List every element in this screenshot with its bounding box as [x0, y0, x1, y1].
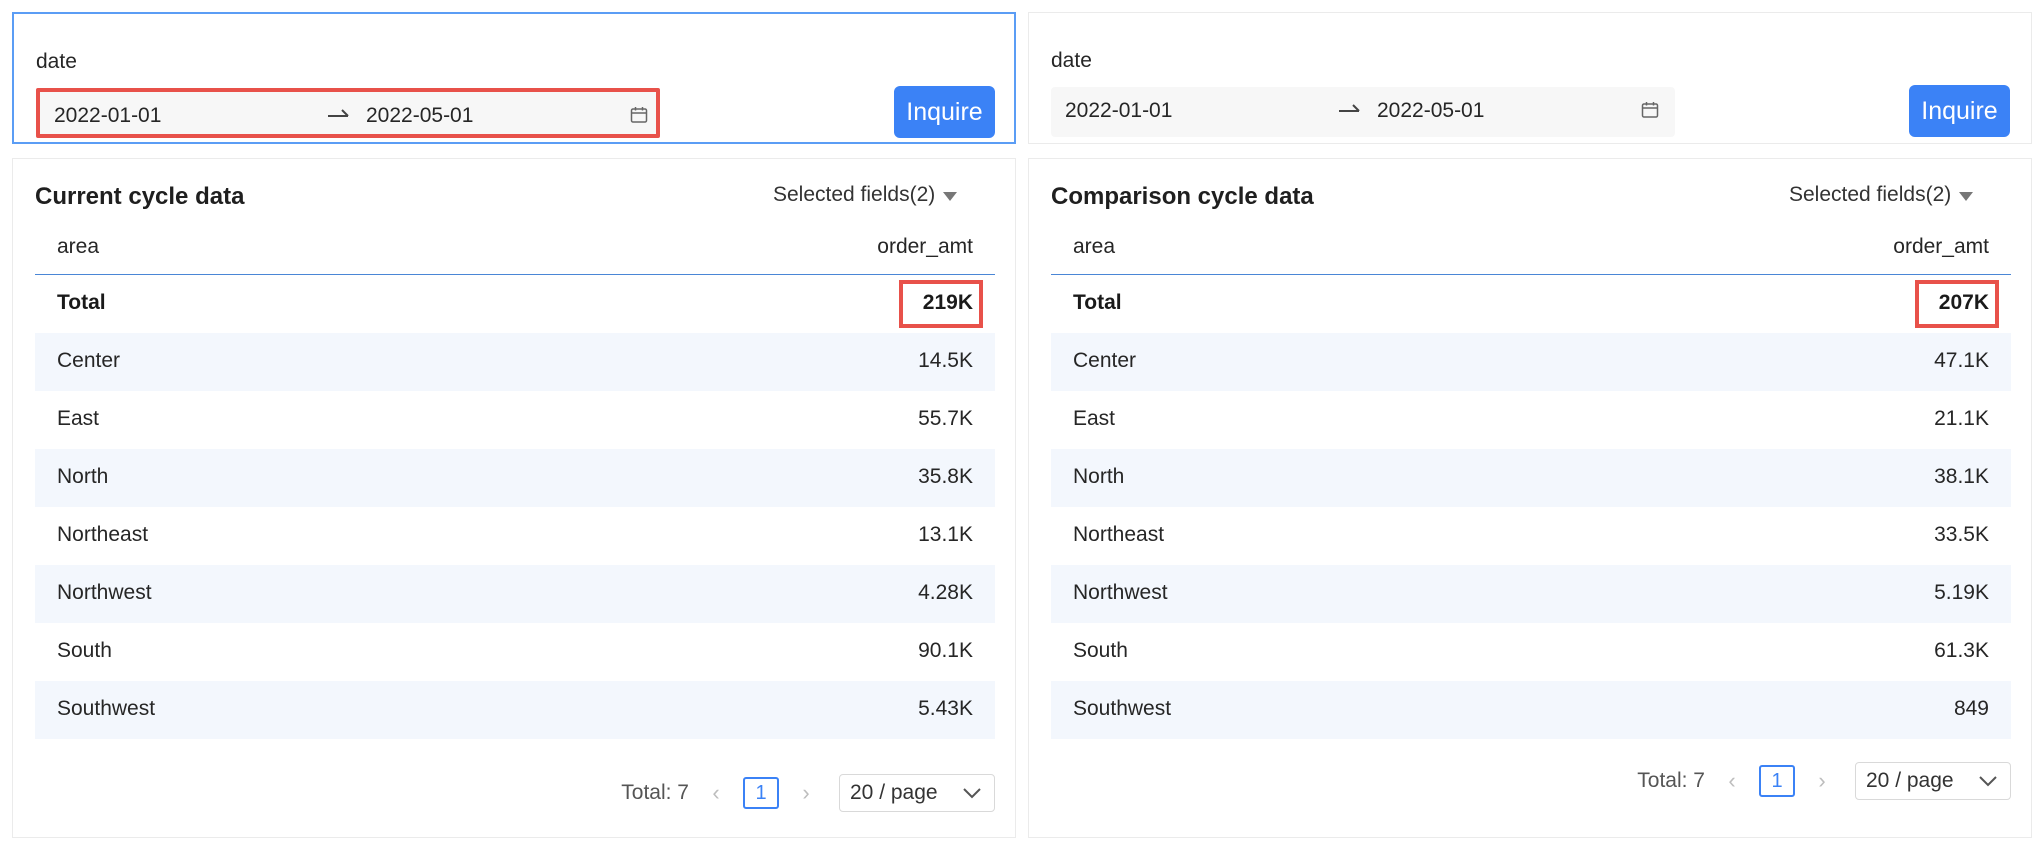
cell-order-amt: 4.28K	[918, 581, 973, 604]
data-table-card: Current cycle data Selected fields(2) ar…	[12, 158, 1016, 838]
inquire-button[interactable]: Inquire	[1909, 85, 2010, 137]
cell-order-amt: 5.19K	[1934, 581, 1989, 604]
page-size-value: 20 / page	[850, 781, 938, 804]
data-table-card: Comparison cycle data Selected fields(2)…	[1028, 158, 2032, 838]
table-row-total: Total 219K	[35, 275, 995, 333]
cell-area: Center	[1073, 349, 1137, 372]
table-title: Comparison cycle data	[1051, 183, 1314, 210]
selected-fields-label: Selected fields(2)	[1789, 183, 1952, 206]
pagination: Total: 7 ‹ 1 › 20 / page	[621, 774, 995, 812]
chevron-down-icon	[963, 788, 981, 799]
table-row: Northwest 4.28K	[35, 565, 995, 623]
cell-area: East	[57, 407, 100, 430]
table-row: Northwest 5.19K	[1051, 565, 2011, 623]
cell-order-amt: 13.1K	[918, 523, 973, 546]
cell-area: Southwest	[1073, 697, 1172, 720]
data-table: area order_amt Total 207K Center 47.1K E…	[1051, 221, 2011, 739]
cell-area: Total	[1073, 291, 1122, 314]
table-row: South 90.1K	[35, 623, 995, 681]
table-header: area order_amt	[35, 221, 995, 275]
cell-area: South	[1073, 639, 1128, 662]
cell-order-amt: 5.43K	[918, 697, 973, 720]
date-filter-card: date 2022-01-01 2022-05-01 Inquire	[12, 12, 1016, 144]
selected-fields-label: Selected fields(2)	[773, 183, 936, 206]
chevron-left-icon[interactable]: ‹	[703, 780, 729, 806]
table-row-total: Total 207K	[1051, 275, 2011, 333]
cell-area: Northwest	[57, 581, 152, 604]
cell-area: North	[1073, 465, 1125, 488]
column-header-order-amt[interactable]: order_amt	[877, 235, 973, 259]
date-range-picker[interactable]: 2022-01-01 2022-05-01	[36, 88, 660, 138]
selected-fields-dropdown[interactable]: Selected fields(2)	[1789, 183, 1974, 207]
arrow-right-icon	[1339, 104, 1360, 112]
cell-area: Northwest	[1073, 581, 1168, 604]
table-row: Southwest 849	[1051, 681, 2011, 739]
cell-area: Northeast	[57, 523, 149, 546]
cell-order-amt: 219K	[922, 291, 973, 314]
cell-order-amt: 207K	[1938, 291, 1989, 314]
table-row: North 38.1K	[1051, 449, 2011, 507]
table-row: Northeast 13.1K	[35, 507, 995, 565]
cell-order-amt: 14.5K	[918, 349, 973, 372]
arrow-right-icon	[328, 109, 349, 117]
cell-area: South	[57, 639, 112, 662]
date-filter-label: date	[36, 50, 77, 73]
page-size-value: 20 / page	[1866, 769, 1954, 792]
calendar-icon[interactable]	[630, 106, 648, 124]
calendar-icon[interactable]	[1641, 101, 1659, 119]
cell-order-amt: 47.1K	[1934, 349, 1989, 372]
cell-area: East	[1073, 407, 1116, 430]
table-row: Center 14.5K	[35, 333, 995, 391]
page-number-button[interactable]: 1	[1759, 765, 1795, 797]
table-row: South 61.3K	[1051, 623, 2011, 681]
selected-fields-dropdown[interactable]: Selected fields(2)	[773, 183, 958, 207]
cell-order-amt: 33.5K	[1934, 523, 1989, 546]
cell-area: Southwest	[57, 697, 156, 720]
cell-order-amt: 55.7K	[918, 407, 973, 430]
range-end-input[interactable]: 2022-05-01	[1377, 99, 1484, 123]
cell-order-amt: 21.1K	[1934, 407, 1989, 430]
pagination-total: Total: 7	[1637, 769, 1705, 792]
cell-area: North	[57, 465, 109, 488]
pagination-total: Total: 7	[621, 781, 689, 804]
table-row: East 55.7K	[35, 391, 995, 449]
table-title: Current cycle data	[35, 183, 245, 210]
page-number-button[interactable]: 1	[743, 777, 779, 809]
cell-order-amt: 38.1K	[1934, 465, 1989, 488]
cell-order-amt: 849	[1953, 697, 1989, 720]
table-header: area order_amt	[1051, 221, 2011, 275]
page-size-select[interactable]: 20 / page	[839, 774, 995, 812]
cell-order-amt: 61.3K	[1934, 639, 1989, 662]
table-row: Center 47.1K	[1051, 333, 2011, 391]
cell-order-amt: 35.8K	[918, 465, 973, 488]
cell-area: Northeast	[1073, 523, 1165, 546]
data-table: area order_amt Total 219K Center 14.5K E…	[35, 221, 995, 739]
table-row: Northeast 33.5K	[1051, 507, 2011, 565]
cell-order-amt: 90.1K	[918, 639, 973, 662]
date-range-picker[interactable]: 2022-01-01 2022-05-01	[1051, 87, 1675, 137]
table-row: East 21.1K	[1051, 391, 2011, 449]
chevron-right-icon[interactable]: ›	[793, 780, 819, 806]
range-end-input[interactable]: 2022-05-01	[366, 104, 473, 128]
chevron-right-icon[interactable]: ›	[1809, 768, 1835, 794]
range-start-input[interactable]: 2022-01-01	[54, 104, 161, 128]
column-header-area[interactable]: area	[1073, 235, 1115, 259]
date-filter-label: date	[1051, 49, 1092, 72]
chevron-down-icon	[1979, 776, 1997, 787]
range-start-input[interactable]: 2022-01-01	[1065, 99, 1172, 123]
column-header-order-amt[interactable]: order_amt	[1893, 235, 1989, 259]
caret-down-icon	[943, 191, 958, 201]
table-row: Southwest 5.43K	[35, 681, 995, 739]
caret-down-icon	[1959, 191, 1974, 201]
inquire-button[interactable]: Inquire	[894, 86, 995, 138]
date-filter-card: date 2022-01-01 2022-05-01 Inquire	[1028, 12, 2032, 144]
table-row: North 35.8K	[35, 449, 995, 507]
chevron-left-icon[interactable]: ‹	[1719, 768, 1745, 794]
page-size-select[interactable]: 20 / page	[1855, 762, 2011, 800]
pagination: Total: 7 ‹ 1 › 20 / page	[1637, 762, 2011, 800]
cell-area: Center	[57, 349, 121, 372]
cell-area: Total	[57, 291, 106, 314]
column-header-area[interactable]: area	[57, 235, 99, 259]
